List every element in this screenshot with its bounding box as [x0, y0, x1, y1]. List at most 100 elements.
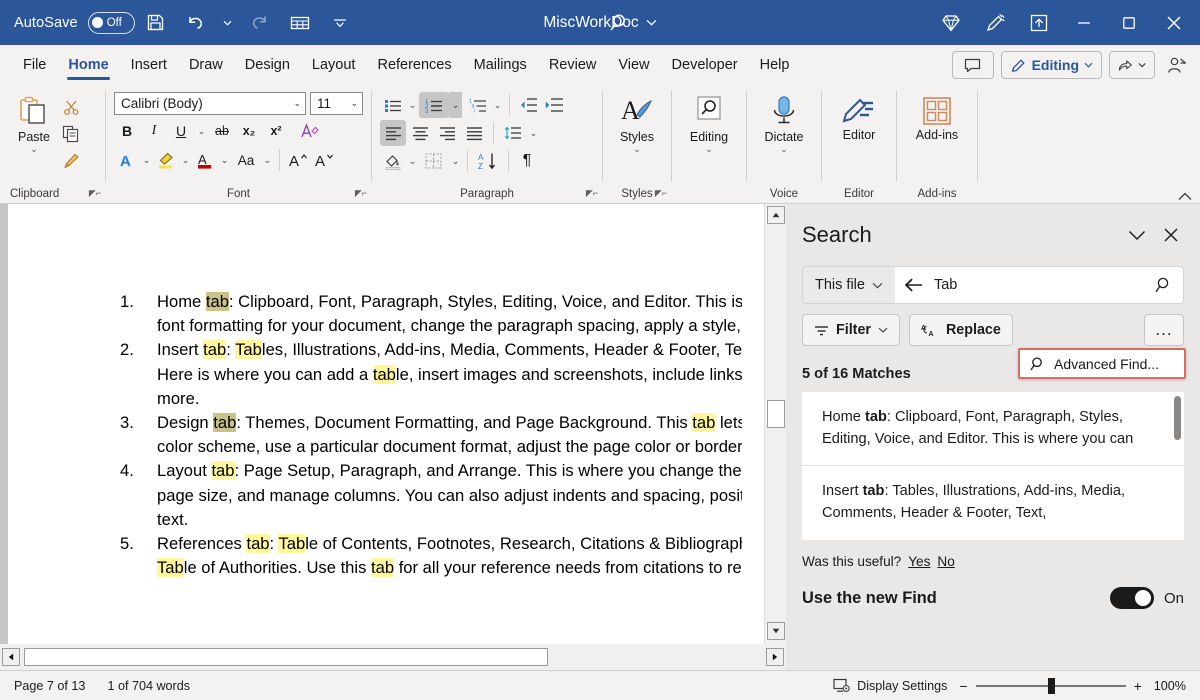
line-spacing-chevron-down-icon[interactable]: ⌄	[527, 120, 540, 146]
search-back-arrow-icon[interactable]	[904, 278, 924, 292]
zoom-slider-thumb[interactable]	[1048, 678, 1055, 694]
share-person-icon[interactable]	[1162, 51, 1192, 79]
editor-button[interactable]: Editor	[835, 92, 883, 142]
autosave-toggle[interactable]: Off	[88, 12, 135, 34]
page-info[interactable]: Page 7 of 13	[14, 679, 85, 693]
scroll-down-button[interactable]	[767, 622, 785, 640]
paragraph-dialog-launcher[interactable]: ◤⌐	[586, 188, 598, 199]
horizontal-scrollbar-track[interactable]	[22, 648, 764, 666]
dictate-button[interactable]: Dictate ⌄	[759, 92, 810, 154]
bullets-icon[interactable]	[380, 92, 406, 118]
document-canvas[interactable]: 1.Home tab: Clipboard, Font, Paragraph, …	[0, 204, 764, 644]
change-case-button[interactable]: Aa	[231, 147, 261, 173]
text-highlight-color-icon[interactable]	[153, 147, 179, 173]
save-icon[interactable]	[137, 6, 175, 40]
tab-mailings[interactable]: Mailings	[463, 45, 538, 85]
add-ins-button[interactable]: Add-ins	[910, 92, 964, 142]
collapse-ribbon-chevron-icon[interactable]	[1178, 192, 1192, 201]
minimize-button[interactable]	[1061, 0, 1106, 45]
multilevel-chevron-down-icon[interactable]: ⌄	[491, 92, 504, 118]
justify-icon[interactable]	[461, 120, 487, 146]
font-color-icon[interactable]: A	[192, 147, 218, 173]
grow-font-button[interactable]: A	[285, 147, 311, 173]
display-settings-button[interactable]: Display Settings	[833, 678, 947, 693]
sort-icon[interactable]: AZ	[473, 148, 503, 174]
borders-icon[interactable]	[419, 148, 449, 174]
tab-file[interactable]: File	[12, 45, 57, 85]
tab-view[interactable]: View	[607, 45, 660, 85]
copilot-diamond-icon[interactable]	[929, 0, 973, 45]
italic-button[interactable]: I	[141, 118, 167, 144]
increase-indent-icon[interactable]	[541, 92, 567, 118]
document-list-item[interactable]: 3.Design tab: Themes, Document Formattin…	[120, 411, 764, 459]
document-vertical-scrollbar[interactable]	[764, 204, 786, 644]
font-name-chevron-down-icon[interactable]: ⌄	[289, 98, 301, 109]
tab-developer[interactable]: Developer	[661, 45, 749, 85]
scroll-right-button[interactable]	[766, 648, 784, 666]
copy-icon[interactable]	[58, 121, 84, 147]
tab-draw[interactable]: Draw	[178, 45, 234, 85]
font-name-combobox[interactable]: Calibri (Body) ⌄	[114, 92, 306, 115]
shrink-font-button[interactable]: A	[311, 147, 337, 173]
comments-button[interactable]	[952, 51, 994, 79]
editing-mode-button[interactable]: Editing	[1001, 51, 1102, 79]
search-query-value[interactable]: Tab	[934, 277, 1145, 293]
search-magnifier-icon[interactable]	[1155, 276, 1173, 294]
zoom-slider[interactable]: − +	[959, 678, 1141, 694]
scroll-up-button[interactable]	[767, 206, 785, 224]
feedback-yes-link[interactable]: Yes	[908, 554, 930, 569]
strikethrough-button[interactable]: ab	[209, 118, 235, 144]
zoom-out-button[interactable]: −	[959, 678, 967, 694]
numbering-icon[interactable]: 123	[419, 92, 449, 118]
document-list-item[interactable]: 4.Layout tab: Page Setup, Paragraph, and…	[120, 459, 764, 532]
decrease-indent-icon[interactable]	[515, 92, 541, 118]
tab-design[interactable]: Design	[234, 45, 301, 85]
tab-home[interactable]: Home	[57, 45, 119, 85]
styles-dialog-launcher[interactable]: ◤⌐	[655, 188, 667, 199]
word-count[interactable]: 1 of 704 words	[107, 679, 190, 693]
font-size-chevron-down-icon[interactable]: ⌄	[346, 98, 358, 109]
tab-insert[interactable]: Insert	[120, 45, 178, 85]
advanced-find-menu-item[interactable]: Advanced Find...	[1018, 348, 1186, 379]
search-result-item[interactable]: Home tab: Clipboard, Font, Paragraph, St…	[802, 392, 1184, 465]
borders-chevron-down-icon[interactable]: ⌄	[449, 148, 462, 174]
tab-help[interactable]: Help	[749, 45, 801, 85]
text-effects-chevron-down-icon[interactable]: ⌄	[140, 147, 153, 173]
search-scope-chevron-down-icon[interactable]	[872, 282, 883, 289]
document-page[interactable]: 1.Home tab: Clipboard, Font, Paragraph, …	[8, 204, 764, 644]
customize-quick-access-icon[interactable]	[321, 6, 359, 40]
highlight-chevron-down-icon[interactable]: ⌄	[179, 147, 192, 173]
styles-chevron-down-icon[interactable]: ⌄	[633, 145, 641, 154]
close-button[interactable]	[1151, 0, 1196, 45]
numbering-chevron-down-icon[interactable]: ⌄	[449, 92, 462, 118]
filter-button[interactable]: Filter	[802, 314, 900, 346]
document-list-item[interactable]: 2.Insert tab: Tables, Illustrations, Add…	[120, 338, 764, 411]
search-input[interactable]: Tab	[895, 267, 1183, 303]
styles-button[interactable]: A Styles ⌄	[613, 92, 661, 154]
font-color-chevron-down-icon[interactable]: ⌄	[218, 147, 231, 173]
table-icon[interactable]	[281, 6, 319, 40]
align-center-icon[interactable]	[407, 120, 433, 146]
share-button[interactable]	[1109, 51, 1155, 79]
bold-button[interactable]: B	[114, 118, 140, 144]
new-find-toggle[interactable]	[1110, 587, 1154, 609]
results-scrollbar-thumb[interactable]	[1174, 396, 1181, 440]
underline-chevron-down-icon[interactable]: ⌄	[195, 118, 208, 144]
horizontal-scrollbar-thumb[interactable]	[24, 648, 548, 666]
show-formatting-marks-icon[interactable]: ¶	[514, 148, 540, 174]
subscript-button[interactable]: x₂	[236, 118, 262, 144]
tab-references[interactable]: References	[366, 45, 462, 85]
cut-scissors-icon[interactable]	[58, 94, 84, 120]
font-size-combobox[interactable]: 11 ⌄	[310, 92, 363, 115]
feedback-no-link[interactable]: No	[937, 554, 954, 569]
paste-button[interactable]: Paste ⌄	[10, 92, 58, 154]
scroll-left-button[interactable]	[2, 648, 20, 666]
search-results-list[interactable]: Home tab: Clipboard, Font, Paragraph, St…	[802, 392, 1184, 540]
undo-icon[interactable]	[177, 6, 215, 40]
paste-chevron-down-icon[interactable]: ⌄	[30, 145, 38, 154]
change-case-chevron-down-icon[interactable]: ⌄	[261, 147, 274, 173]
zoom-slider-track[interactable]	[976, 685, 1126, 687]
present-icon[interactable]	[1017, 0, 1061, 45]
document-list-item[interactable]: 5.References tab: Table of Contents, Foo…	[120, 532, 764, 580]
text-effects-icon[interactable]: A	[114, 147, 140, 173]
